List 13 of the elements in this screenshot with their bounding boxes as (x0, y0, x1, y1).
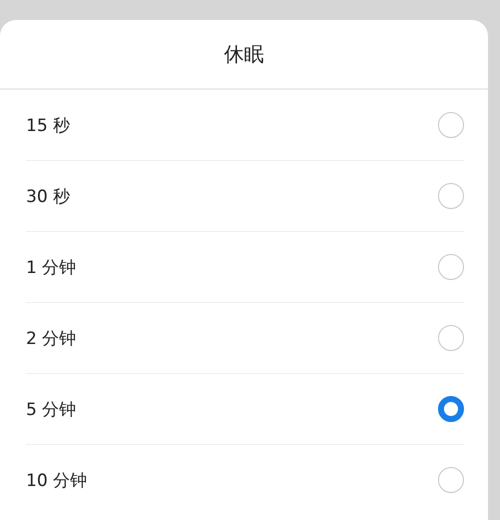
radio-button[interactable] (438, 183, 464, 209)
dialog-title: 休眠 (224, 40, 264, 68)
option-label: 10 分钟 (26, 470, 88, 492)
option-label: 5 分钟 (26, 398, 76, 420)
option-label: 1 分钟 (26, 256, 76, 278)
radio-button[interactable] (438, 254, 464, 280)
option-label: 2 分钟 (26, 328, 76, 350)
radio-button[interactable] (438, 325, 464, 351)
option-label: 30 秒 (26, 186, 70, 208)
radio-button[interactable] (438, 112, 464, 138)
radio-button[interactable] (438, 467, 464, 493)
radio-button[interactable] (438, 396, 464, 422)
option-label: 15 秒 (26, 114, 70, 136)
